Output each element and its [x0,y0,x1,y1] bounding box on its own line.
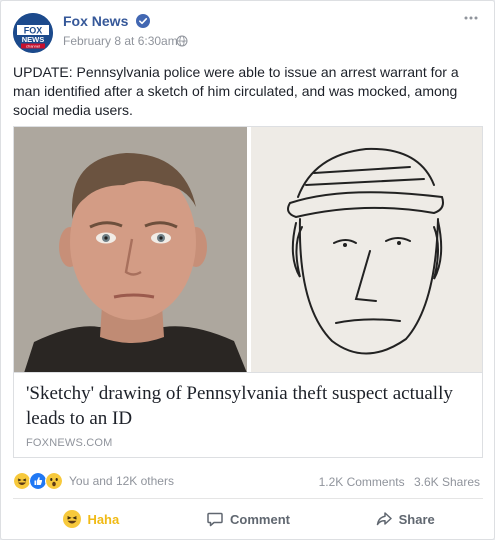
fox-news-logo: FOX NEWS channel [13,13,53,53]
link-domain: FOXNEWS.COM [26,437,113,449]
post-card: FOX NEWS channel Fox News February 8 at … [0,0,495,540]
comment-icon [207,512,223,527]
page-name-link[interactable]: Fox News [63,13,128,29]
link-preview-image[interactable] [13,126,483,372]
link-preview-caption[interactable]: 'Sketchy' drawing of Pennsylvania theft … [13,372,483,458]
svg-text:FOX: FOX [24,26,43,36]
globe-icon [176,35,188,47]
mugshot-and-sketch-image [14,127,482,372]
post-timestamp[interactable]: February 8 at 6:30am · [63,34,185,48]
share-button[interactable]: Share [326,503,483,535]
comment-button[interactable]: Comment [170,503,327,535]
haha-icon [63,510,82,528]
shares-count[interactable]: 3.6K Shares [414,475,480,489]
share-label: Share [398,511,435,527]
link-title[interactable]: 'Sketchy' drawing of Pennsylvania theft … [26,381,472,431]
post-message: UPDATE: Pennsylvania police were able to… [13,64,459,118]
reactions-summary[interactable]: You and 12K others [13,471,174,491]
page-avatar[interactable]: FOX NEWS channel [13,13,53,53]
haha-label: Haha [87,511,120,527]
engagement-counts: 1.2K Comments 3.6K Shares [313,475,480,489]
svg-text:channel: channel [26,44,40,49]
wow-icon [45,472,63,490]
comment-label: Comment [230,511,290,527]
post-actions-bar: Haha Comment Share [13,503,483,535]
share-icon [376,512,392,526]
more-options-icon[interactable] [462,11,480,25]
actions-divider [13,498,483,499]
comments-count[interactable]: 1.2K Comments [319,475,405,489]
haha-reaction-button[interactable]: Haha [13,503,170,535]
reactions-text: You and 12K others [69,474,174,488]
verified-badge-icon [136,14,150,28]
